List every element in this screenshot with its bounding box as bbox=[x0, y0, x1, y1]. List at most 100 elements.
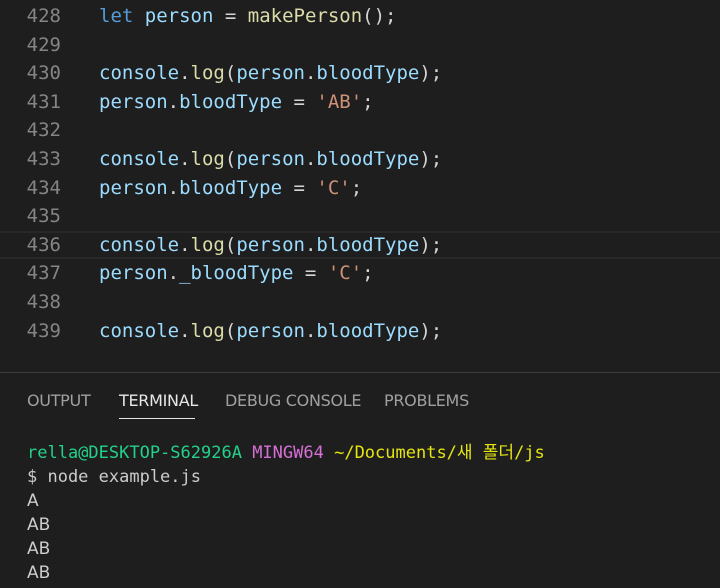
code-token: ( bbox=[224, 319, 237, 342]
code-token: = bbox=[213, 5, 248, 27]
code-token: ); bbox=[419, 62, 443, 85]
code-line[interactable]: 437 person._bloodType = 'C'; bbox=[0, 259, 720, 287]
code-token: . bbox=[167, 90, 180, 113]
prompt-user-host: rella@DESKTOP-S62926A bbox=[27, 443, 242, 463]
code-token: person bbox=[236, 319, 305, 342]
line-number: 433 bbox=[26, 148, 61, 170]
code-token: person bbox=[99, 262, 168, 285]
code-token: log bbox=[190, 148, 225, 170]
code-token: person bbox=[99, 90, 168, 113]
line-number: 437 bbox=[26, 262, 61, 285]
line-number: 435 bbox=[26, 205, 61, 228]
code-token: console bbox=[99, 319, 180, 342]
code-token: bloodType bbox=[179, 176, 283, 199]
code-token: makePerson bbox=[247, 5, 363, 27]
code-line[interactable]: 428 let person = makePerson(); bbox=[0, 2, 720, 30]
code-token: person bbox=[99, 176, 168, 199]
code-token: log bbox=[190, 319, 225, 342]
code-token: 'C' bbox=[316, 176, 351, 199]
code-token: bloodType bbox=[316, 62, 420, 85]
code-token: . bbox=[167, 176, 180, 199]
code-token: log bbox=[190, 62, 225, 85]
code-token: (); bbox=[362, 5, 397, 27]
code-token: console bbox=[99, 233, 180, 256]
code-token: 'AB' bbox=[316, 90, 363, 113]
terminal-output-line: AB bbox=[27, 539, 51, 559]
code-line[interactable]: 439 console.log(person.bloodType); bbox=[0, 317, 720, 345]
code-line[interactable]: 431 person.bloodType = 'AB'; bbox=[0, 88, 720, 116]
terminal-output-line: AB bbox=[27, 563, 51, 583]
code-token: ( bbox=[224, 148, 237, 170]
code-token: . bbox=[304, 148, 317, 170]
line-number: 438 bbox=[26, 291, 61, 313]
code-token: . bbox=[179, 319, 191, 342]
code-token: bloodType bbox=[179, 90, 283, 113]
code-token: 'C' bbox=[327, 262, 363, 285]
line-number: 439 bbox=[26, 319, 61, 342]
code-line[interactable]: 434 person.bloodType = 'C'; bbox=[0, 174, 720, 202]
code-line[interactable]: 432 bbox=[0, 116, 720, 144]
code-text: person.bloodType = 'AB'; bbox=[99, 88, 374, 116]
code-token: person bbox=[236, 233, 305, 256]
terminal-output-line: AB bbox=[27, 515, 51, 535]
code-editor[interactable]: 428 let person = makePerson(); 429 430 conso… bbox=[0, 0, 720, 372]
line-number: 434 bbox=[26, 176, 61, 199]
code-token: let bbox=[99, 5, 134, 27]
code-token: person bbox=[236, 62, 305, 85]
code-token: . bbox=[179, 148, 191, 170]
bottom-panel: OUTPUT TERMINAL DEBUG CONSOLE PROBLEMS r… bbox=[0, 373, 720, 588]
tab-terminal[interactable]: TERMINAL bbox=[119, 390, 198, 412]
code-text: console.log(person.bloodType); bbox=[99, 233, 442, 257]
tab-output[interactable]: OUTPUT bbox=[27, 390, 91, 412]
code-token: bloodType bbox=[316, 148, 420, 170]
line-number: 430 bbox=[26, 62, 61, 85]
code-token: . bbox=[179, 62, 191, 85]
code-token: log bbox=[190, 233, 225, 256]
code-line[interactable]: 438 bbox=[0, 288, 720, 316]
code-token: ); bbox=[419, 233, 443, 256]
terminal-output[interactable]: rella@DESKTOP-S62926A MINGW64 ~/Document… bbox=[27, 441, 545, 585]
line-number: 431 bbox=[26, 90, 61, 113]
code-line[interactable]: 436 console.log(person.bloodType); bbox=[0, 230, 720, 259]
line-number: 428 bbox=[26, 5, 61, 27]
line-number: 432 bbox=[26, 119, 61, 142]
code-token: _bloodType bbox=[179, 262, 294, 285]
code-token: console bbox=[99, 62, 180, 85]
prompt-system: MINGW64 bbox=[252, 443, 324, 463]
code-token: ; bbox=[362, 262, 374, 285]
code-text: console.log(person.bloodType); bbox=[99, 145, 442, 173]
code-token: bloodType bbox=[316, 233, 420, 256]
code-line[interactable]: 435 bbox=[0, 202, 720, 230]
code-token: ); bbox=[419, 148, 443, 170]
tab-problems[interactable]: PROBLEMS bbox=[384, 390, 469, 412]
terminal-prompt: rella@DESKTOP-S62926A MINGW64 ~/Document… bbox=[27, 441, 545, 465]
code-token: bloodType bbox=[316, 319, 420, 342]
code-text: person._bloodType = 'C'; bbox=[99, 259, 374, 287]
code-token: ; bbox=[350, 176, 363, 199]
active-tab-indicator bbox=[119, 418, 195, 419]
code-token: console bbox=[99, 148, 180, 170]
code-token: = bbox=[293, 262, 328, 285]
code-line[interactable]: 430 console.log(person.bloodType); bbox=[0, 59, 720, 87]
code-token: ( bbox=[224, 62, 237, 85]
code-token: = bbox=[282, 176, 317, 199]
code-text: let person = makePerson(); bbox=[99, 2, 396, 30]
line-number: 429 bbox=[26, 33, 61, 56]
code-line[interactable]: 429 bbox=[0, 31, 720, 59]
code-token: ( bbox=[224, 233, 237, 256]
prompt-path: ~/Documents/새 폴더/js bbox=[334, 443, 545, 463]
code-token: ); bbox=[419, 319, 443, 342]
code-token: . bbox=[167, 262, 180, 285]
tab-debug-console[interactable]: DEBUG CONSOLE bbox=[225, 390, 362, 412]
code-line[interactable]: 433 console.log(person.bloodType); bbox=[0, 145, 720, 173]
code-text: person.bloodType = 'C'; bbox=[99, 174, 362, 202]
terminal-output-line: A bbox=[27, 491, 39, 511]
code-token: . bbox=[179, 233, 191, 256]
terminal-command: $ node example.js bbox=[27, 467, 201, 487]
code-text: console.log(person.bloodType); bbox=[99, 59, 442, 87]
line-number: 436 bbox=[26, 233, 61, 256]
code-token: ; bbox=[362, 90, 374, 113]
code-token: . bbox=[304, 233, 317, 256]
code-token: person bbox=[236, 148, 305, 170]
